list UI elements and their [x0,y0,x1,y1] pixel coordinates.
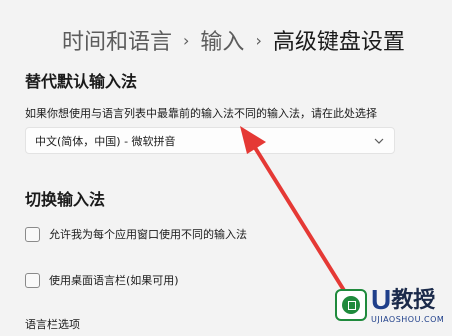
watermark-letter: U [371,284,392,315]
watermark-name: 教授 [391,288,436,313]
language-bar-options-link[interactable]: 语言栏选项 [25,316,80,332]
desktop-language-bar-label: 使用桌面语言栏(如果可用) [49,274,179,287]
watermark: U 教授 UJIAOSHOU.COM [335,286,444,324]
annotation-arrow-shaft [252,144,352,302]
chevron-down-icon [374,138,384,144]
page-title: 高级键盘设置 [272,30,405,55]
watermark-url: UJIAOSHOU.COM [371,315,445,324]
per-app-input-option[interactable]: 允许我为每个应用窗口使用不同的输入法 [25,226,247,242]
watermark-logo-icon [335,289,367,321]
breadcrumb-separator-icon: › [183,30,190,50]
breadcrumb-input[interactable]: 输入 [200,24,244,56]
desktop-language-bar-option[interactable]: 使用桌面语言栏(如果可用) [25,272,179,288]
desktop-language-bar-checkbox[interactable] [25,272,40,288]
breadcrumb-separator-icon: › [255,30,262,50]
override-section-title: 替代默认输入法 [25,72,138,91]
input-method-dropdown[interactable]: 中文(简体，中国) - 微软拼音 [25,127,395,154]
breadcrumb-time-language[interactable]: 时间和语言 [62,24,172,56]
breadcrumb: 时间和语言 › 输入 › 高级键盘设置 [62,24,405,56]
input-method-selected-value: 中文(简体，中国) - 微软拼音 [35,134,176,148]
per-app-input-label: 允许我为每个应用窗口使用不同的输入法 [49,228,247,241]
switch-section-title: 切换输入法 [25,190,106,209]
override-description: 如果你想使用与语言列表中最靠前的输入法不同的输入法，请在此处选择 [25,107,377,120]
per-app-input-checkbox[interactable] [25,226,40,242]
